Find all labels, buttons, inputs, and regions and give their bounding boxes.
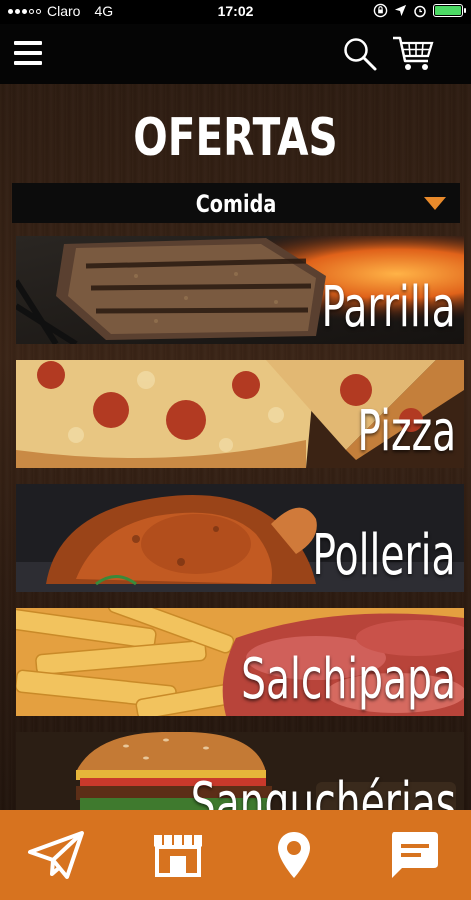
- search-icon[interactable]: [342, 36, 378, 72]
- status-right-icons: [373, 3, 466, 18]
- hamburger-menu-icon[interactable]: [14, 41, 42, 65]
- category-label: Salchipapa: [241, 647, 456, 712]
- category-card-parrilla[interactable]: Parrilla: [16, 236, 464, 344]
- page-title: OFERTAS: [133, 108, 338, 168]
- store-icon[interactable]: [148, 828, 208, 882]
- battery-icon: [433, 4, 466, 17]
- category-card-pizza[interactable]: Pizza: [16, 360, 464, 468]
- rotation-lock-icon: [373, 3, 388, 18]
- status-bar: Claro 4G 17:02: [0, 0, 471, 24]
- top-navbar: [0, 24, 471, 84]
- category-card-salchipapa[interactable]: Salchipapa: [16, 608, 464, 716]
- category-dropdown[interactable]: Comida: [12, 183, 460, 223]
- category-card-polleria[interactable]: Polleria: [16, 484, 464, 592]
- category-label: Pizza: [357, 399, 456, 464]
- alarm-icon: [414, 5, 426, 17]
- chat-icon[interactable]: [384, 828, 444, 882]
- dropdown-selected-value: Comida: [195, 190, 277, 218]
- dropdown-arrow-icon: [424, 197, 446, 210]
- location-arrow-icon: [394, 4, 407, 17]
- location-pin-icon[interactable]: [264, 828, 324, 882]
- category-label: Parrilla: [321, 275, 456, 340]
- bottom-tab-bar: [0, 810, 471, 900]
- send-icon[interactable]: [26, 828, 86, 882]
- category-label: Polleria: [312, 523, 456, 588]
- shopping-cart-icon[interactable]: [392, 34, 434, 72]
